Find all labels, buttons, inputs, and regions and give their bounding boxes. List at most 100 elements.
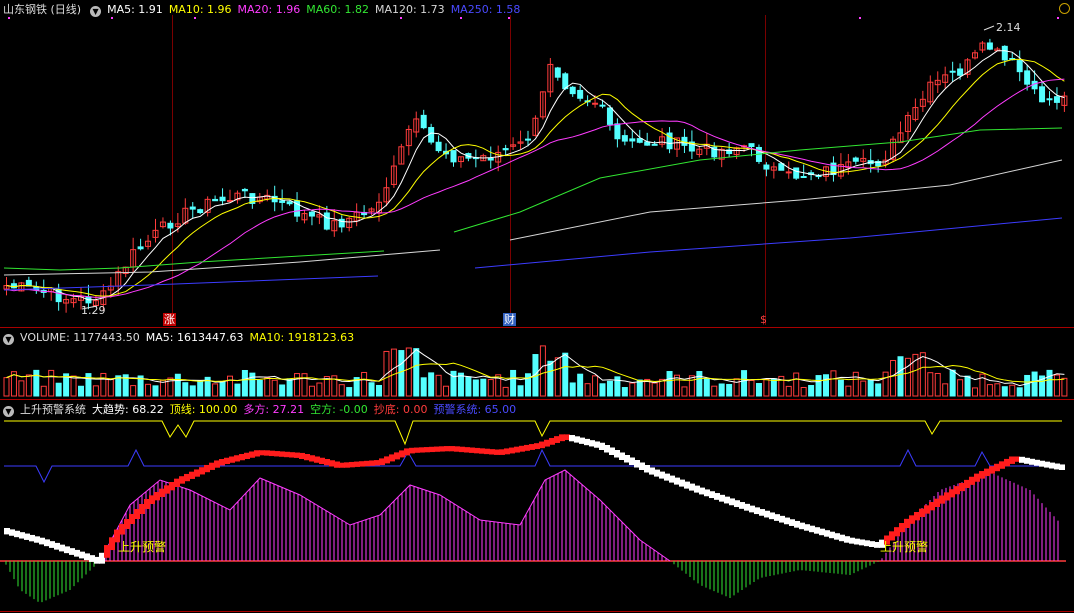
volume-bar [294, 373, 301, 397]
candle-body [487, 157, 494, 161]
candle-body [137, 246, 144, 250]
volume-bar [346, 387, 353, 397]
candle-body [852, 157, 859, 162]
signal-dot [508, 17, 510, 19]
candle-body [1053, 96, 1060, 103]
volume-bar [957, 379, 964, 397]
volume-bar [562, 352, 569, 397]
stock-chart[interactable] [0, 0, 1074, 613]
high-pointer [983, 25, 995, 31]
candle-body [606, 107, 613, 125]
candle-body [1001, 45, 1008, 61]
candle-body [219, 196, 226, 202]
volume-bar [554, 357, 561, 397]
signal-dot [460, 17, 462, 19]
candle-body [569, 86, 576, 95]
volume-bar [256, 379, 263, 397]
signal-dot [8, 17, 10, 19]
candle-body [748, 143, 755, 148]
candle-body [10, 283, 17, 289]
volume-bar [450, 370, 457, 397]
volume-bar [33, 369, 40, 397]
volume-bar [711, 385, 718, 397]
dividend-marker[interactable]: $ [760, 313, 767, 326]
volume-bar [800, 386, 807, 397]
volume-bar [770, 378, 777, 397]
volume-bar [860, 380, 867, 397]
volume-bar [599, 383, 606, 397]
volume-bar [457, 372, 464, 397]
volume-bar [145, 383, 152, 397]
volume-bar [837, 379, 844, 397]
volume-bar [78, 385, 84, 397]
candle-body [651, 143, 658, 146]
volume-bar [1016, 387, 1023, 397]
volume-bar [867, 379, 874, 397]
candle-body [577, 89, 584, 99]
volume-bar [40, 385, 47, 397]
candle-body [279, 200, 286, 203]
volume-bar [547, 360, 554, 397]
candle-body [763, 164, 770, 170]
volume-bar [919, 352, 926, 397]
volume-bar [3, 377, 10, 397]
volume-bar [748, 379, 755, 397]
candle-body [428, 127, 435, 143]
candle-body [1016, 60, 1023, 73]
candle-body [599, 104, 606, 107]
volume-bar [70, 375, 77, 397]
volume-bar [189, 385, 196, 397]
volume-bar [897, 356, 904, 397]
volume-bar [733, 378, 740, 397]
volume-bar [361, 371, 368, 397]
volume-bar [100, 372, 107, 397]
volume-bar [972, 387, 978, 397]
volume-bar [174, 373, 181, 397]
volume-bar [875, 383, 882, 397]
volume-bar [376, 384, 382, 397]
volume-bar [1001, 386, 1008, 397]
volume-bar [316, 382, 323, 397]
volume-bar [420, 377, 427, 397]
volume-bar [152, 385, 159, 397]
volume-bar [703, 378, 710, 397]
rise-marker[interactable]: 涨 [163, 313, 176, 326]
volume-bar [994, 383, 1001, 397]
volume-bar [472, 379, 479, 397]
volume-bar [651, 382, 658, 397]
volume-bar [666, 371, 673, 397]
volume-bar [621, 387, 628, 397]
candle-body [167, 222, 174, 229]
ma250-line [3, 275, 379, 291]
warn-line [4, 448, 1062, 484]
candle-body [957, 68, 964, 76]
volume-bar [949, 369, 956, 397]
volume-bar [510, 369, 517, 397]
volume-bar [763, 378, 770, 397]
volume-bar [964, 375, 971, 397]
candle-body [636, 138, 643, 143]
candle-body [554, 67, 561, 78]
volume-bar [85, 373, 92, 397]
volume-bar [390, 348, 397, 397]
volume-bar [688, 375, 695, 397]
volume-bar [1046, 369, 1053, 397]
candle-body [986, 42, 993, 50]
volume-bar [115, 375, 122, 397]
signal-dot [111, 17, 113, 19]
volume-bar [219, 381, 226, 397]
signal-dot [1057, 17, 1059, 19]
candle-body [1024, 70, 1031, 85]
finance-marker[interactable]: 财 [503, 313, 516, 326]
volume-bar [368, 382, 375, 397]
rise-warning-signal: 上升预警 [118, 540, 167, 554]
volume-bar [428, 372, 435, 397]
candle-body [420, 114, 427, 129]
candle-body [629, 138, 636, 142]
volume-bar [130, 385, 137, 397]
rise-warning-signal: 上升预警 [880, 540, 929, 554]
volume-bar [25, 374, 32, 397]
volume-bar [286, 378, 293, 397]
signal-dot [400, 17, 402, 19]
candle-body [785, 171, 792, 174]
